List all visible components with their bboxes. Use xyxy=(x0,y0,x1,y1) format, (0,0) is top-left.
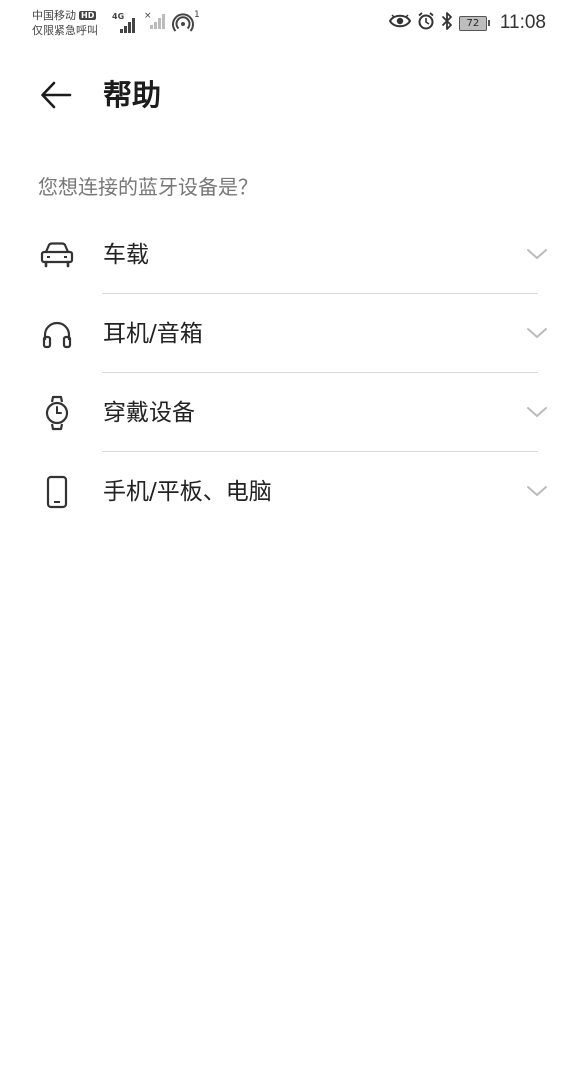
device-label: 耳机/音箱 xyxy=(103,321,203,347)
arrow-left-icon xyxy=(41,81,72,109)
battery-level: 72 xyxy=(458,15,487,31)
carrier-name: 中国移动 xyxy=(32,9,76,22)
battery-icon: 72 xyxy=(458,15,490,31)
list-item-phone-tablet-pc[interactable]: 手机/平板、电脑 xyxy=(0,452,576,531)
status-bar: 中国移动 HD 仅限紧急呼叫 4G × 1 72 11:08 xyxy=(0,0,576,48)
list-item-headphones[interactable]: 耳机/音箱 xyxy=(0,294,576,373)
hotspot-count: 1 xyxy=(194,10,200,20)
bluetooth-icon xyxy=(441,11,453,35)
car-icon xyxy=(38,237,76,273)
network-type-label: 4G xyxy=(112,12,125,21)
emergency-only-text: 仅限紧急呼叫 xyxy=(32,24,98,37)
phone-icon xyxy=(38,474,76,510)
hd-badge: HD xyxy=(79,11,97,20)
question-text: 您想连接的蓝牙设备是？ xyxy=(38,175,258,199)
carrier-info: 中国移动 HD 仅限紧急呼叫 xyxy=(32,8,98,38)
back-button[interactable] xyxy=(36,78,76,112)
list-item-car[interactable]: 车载 xyxy=(0,215,576,294)
headphones-icon xyxy=(38,316,76,352)
alarm-icon xyxy=(417,12,435,34)
signal-indicators: 4G × 1 xyxy=(112,10,200,34)
clock: 11:08 xyxy=(499,12,546,33)
battery-tip xyxy=(487,20,490,26)
device-label: 穿戴设备 xyxy=(103,400,195,426)
hotspot-icon: 1 xyxy=(172,10,200,34)
list-item-wearable[interactable]: 穿戴设备 xyxy=(0,373,576,452)
svg-text:×: × xyxy=(144,11,152,21)
app-header: 帮助 xyxy=(0,64,576,128)
page-title: 帮助 xyxy=(103,78,162,112)
device-label: 车载 xyxy=(103,242,149,268)
device-type-list: 车载 耳机/音箱 穿戴设备 手机/平板、电脑 xyxy=(0,215,576,531)
no-signal-icon: × xyxy=(144,10,166,34)
signal-icon: 4G xyxy=(112,12,138,34)
chevron-down-icon xyxy=(527,407,547,417)
chevron-down-icon xyxy=(527,328,547,338)
chevron-down-icon xyxy=(527,249,547,259)
device-label: 手机/平板、电脑 xyxy=(103,479,272,505)
chevron-down-icon xyxy=(527,486,547,496)
status-icons: 72 11:08 xyxy=(388,11,546,35)
eye-icon xyxy=(388,13,412,33)
watch-icon xyxy=(38,395,76,431)
